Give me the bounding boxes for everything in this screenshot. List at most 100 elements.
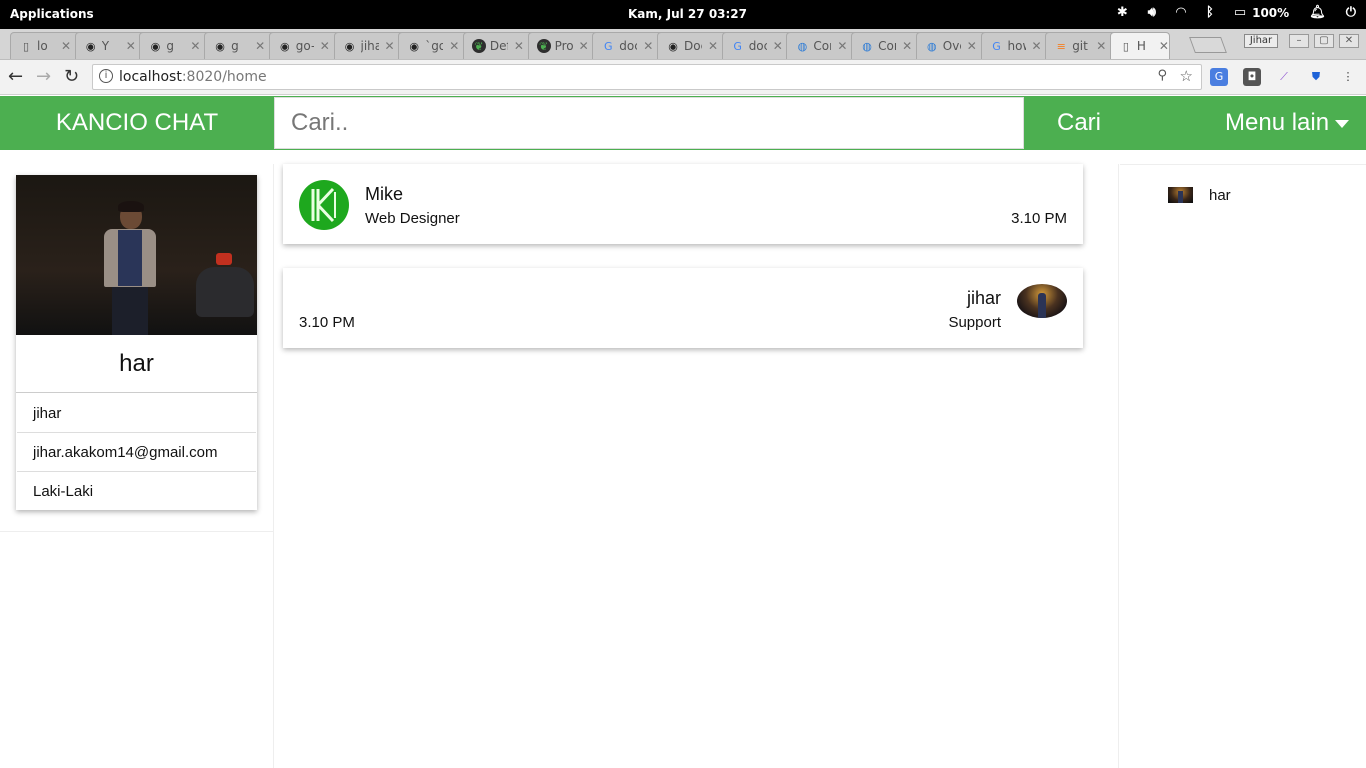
system-clock[interactable]: Kam, Jul 27 03:27 (628, 7, 747, 21)
profile-sidebar: har jihar jihar.akakom14@gmail.com Laki-… (0, 164, 274, 768)
slack-icon[interactable]: ✱ (1117, 5, 1128, 20)
browser-tab[interactable]: ◉ g ✕ (204, 32, 277, 59)
globe-icon: ◍ (797, 39, 808, 53)
more-menu-label: Menu lain (1225, 109, 1330, 136)
info-icon[interactable]: i (99, 69, 113, 83)
browser-tab[interactable]: ◍ Over ✕ (915, 32, 988, 59)
browser-toolbar: ← → ↻ i localhost:8020/home ⚲ ☆ G ◘ ⟋ ⛊ … (0, 60, 1366, 95)
browser-tab[interactable]: ◉ Dock ✕ (657, 32, 729, 59)
browser-tab[interactable]: Gdock ✕ (592, 32, 665, 59)
close-tab-icon[interactable]: ✕ (773, 39, 783, 53)
wifi-icon[interactable]: ◠ (1176, 5, 1186, 20)
user-thumbnail (1168, 187, 1193, 203)
browser-tab[interactable]: ◍ Com ✕ (786, 32, 859, 59)
message-card[interactable]: jihar Support 3.10 PM (283, 268, 1083, 348)
tab-title: Defa (489, 39, 508, 53)
tab-title: g (166, 39, 175, 53)
key-icon[interactable]: ⚲ (1157, 68, 1167, 83)
minimize-button[interactable]: – (1289, 34, 1309, 48)
url-text[interactable]: localhost:8020/home (119, 69, 267, 85)
divider (0, 531, 273, 532)
message-sender: Mike (365, 184, 404, 204)
close-tab-icon[interactable]: ✕ (126, 39, 136, 53)
menu-dots-icon[interactable]: ⋮ (1339, 68, 1357, 86)
browser-tab[interactable]: ▯ lo ✕ (10, 32, 82, 59)
close-tab-icon[interactable]: ✕ (967, 39, 977, 53)
google-icon: G (992, 39, 1001, 53)
close-tab-icon[interactable]: ✕ (1096, 39, 1106, 53)
extension-icon[interactable]: ◘ (1243, 68, 1261, 86)
stackoverflow-icon: ≡ (1056, 39, 1066, 53)
tab-title: Com (813, 39, 831, 53)
google-icon: G (733, 39, 742, 53)
volume-icon[interactable]: 🔊︎ (1148, 5, 1156, 20)
caret-down-icon (1335, 119, 1350, 128)
globe-icon: ◍ (862, 39, 872, 53)
translate-icon[interactable]: G (1210, 68, 1228, 86)
browser-tab[interactable]: ❦Defa ✕ (462, 32, 535, 59)
close-window-button[interactable]: ✕ (1339, 34, 1359, 48)
browser-tab[interactable]: Ghow ✕ (980, 32, 1053, 59)
close-tab-icon[interactable]: ✕ (61, 39, 71, 53)
github-icon: ◉ (85, 39, 96, 53)
search-input[interactable] (274, 97, 1024, 149)
shield-icon[interactable]: ⛊ (1307, 68, 1325, 86)
bluetooth-icon[interactable]: ᛒ (1206, 5, 1214, 20)
close-tab-icon[interactable]: ✕ (579, 39, 589, 53)
browser-tab[interactable]: ❦Prod ✕ (527, 32, 600, 59)
close-tab-icon[interactable]: ✕ (320, 39, 330, 53)
browser-tab[interactable]: ◉ jihar ✕ (333, 32, 406, 59)
browser-tab[interactable]: ▯ H ✕ (1109, 32, 1170, 59)
tab-title: g (231, 39, 239, 53)
close-tab-icon[interactable]: ✕ (902, 39, 912, 53)
close-tab-icon[interactable]: ✕ (708, 39, 718, 53)
more-menu-button[interactable]: Menu lain (1210, 96, 1366, 150)
close-tab-icon[interactable]: ✕ (385, 39, 395, 53)
profile-email: jihar.akakom14@gmail.com (17, 433, 256, 472)
github-icon: ◉ (215, 39, 225, 53)
address-bar[interactable]: i localhost:8020/home ⚲ ☆ (92, 64, 1202, 90)
new-tab-button[interactable] (1189, 37, 1227, 53)
close-tab-icon[interactable]: ✕ (1159, 39, 1169, 53)
close-tab-icon[interactable]: ✕ (643, 39, 653, 53)
browser-tab[interactable]: Gdock ✕ (721, 32, 794, 59)
message-role: Web Designer (365, 210, 460, 227)
browser-tab[interactable]: ◉ g ✕ (139, 32, 212, 59)
browser-tab[interactable]: ≡ git - ✕ (1045, 32, 1118, 59)
brand-title[interactable]: KANCIO CHAT (0, 96, 274, 150)
close-tab-icon[interactable]: ✕ (514, 39, 524, 53)
close-tab-icon[interactable]: ✕ (1032, 39, 1042, 53)
tab-title: dock (748, 39, 767, 53)
star-icon[interactable]: ☆ (1180, 67, 1193, 85)
tab-title: Y (101, 39, 110, 53)
browser-tab[interactable]: ◉ Y ✕ (74, 32, 147, 59)
browser-tab-strip: ▯lo✕◉Y✕◉g✕◉g✕◉go-b✕◉jihar✕◉`goo✕❦Defa✕❦P… (0, 29, 1366, 60)
reload-icon[interactable]: ↻ (64, 66, 79, 87)
github-icon: ◉ (668, 39, 678, 53)
online-user-item[interactable]: har (1168, 185, 1231, 205)
tab-title: git - (1072, 39, 1090, 53)
browser-tab[interactable]: ◉ go-b ✕ (268, 32, 341, 59)
close-tab-icon[interactable]: ✕ (255, 39, 265, 53)
forward-icon[interactable]: → (36, 66, 51, 87)
close-tab-icon[interactable]: ✕ (190, 39, 200, 53)
battery-icon[interactable]: ▭ (1234, 5, 1246, 20)
browser-profile[interactable]: Jihar (1244, 34, 1278, 48)
browser-tab[interactable]: ◉ `goo ✕ (398, 32, 471, 59)
close-tab-icon[interactable]: ✕ (449, 39, 459, 53)
search-button[interactable]: Cari (1024, 96, 1134, 150)
back-icon[interactable]: ← (8, 66, 23, 87)
applications-menu[interactable]: Applications (10, 7, 94, 21)
power-icon[interactable]: ⏻ (1346, 5, 1356, 20)
message-time: 3.10 PM (1011, 210, 1067, 227)
browser-tab[interactable]: ◍ Com ✕ (851, 32, 924, 59)
close-tab-icon[interactable]: ✕ (837, 39, 847, 53)
feather-icon[interactable]: ⟋ (1275, 68, 1293, 86)
message-list: Mike Web Designer 3.10 PM jihar Support … (274, 164, 1119, 768)
maximize-button[interactable]: ▢ (1314, 34, 1334, 48)
tab-title: `goo (425, 39, 443, 53)
bell-icon[interactable]: 🔔︎ (1309, 5, 1326, 20)
system-tray: ✱ 🔊︎ ◠ ᛒ ▭ 100% 🔔︎ ⏻ (1097, 5, 1356, 20)
tab-title: Com (878, 39, 896, 53)
message-card[interactable]: Mike Web Designer 3.10 PM (283, 164, 1083, 244)
